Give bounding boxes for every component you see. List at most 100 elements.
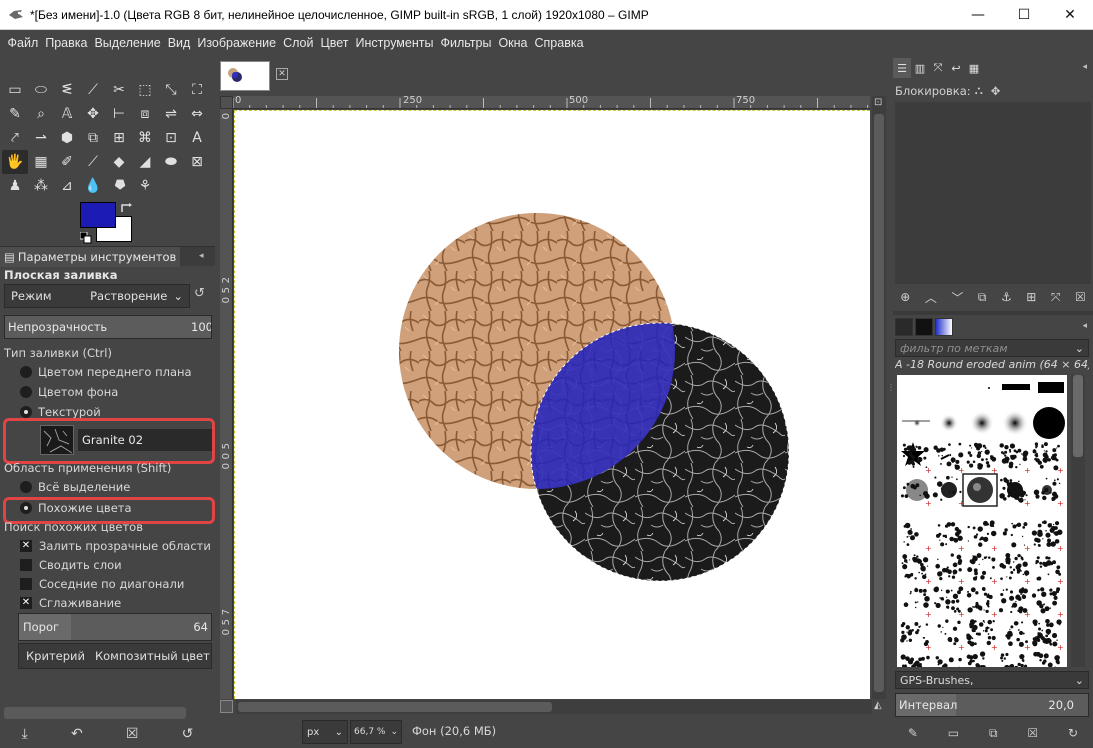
tool-button[interactable]: ⬚ bbox=[132, 78, 158, 102]
delete-layer-icon[interactable]: ☒ bbox=[1075, 290, 1086, 304]
unit-select[interactable]: px ⌄ bbox=[302, 720, 348, 744]
menu-color[interactable]: Цвет bbox=[317, 36, 352, 50]
menu-image[interactable]: Изображение bbox=[194, 36, 280, 50]
new-layer-icon[interactable]: ⊕ bbox=[900, 290, 910, 304]
spacing-slider[interactable]: Интервал 20,0 bbox=[895, 693, 1089, 717]
tool-button[interactable]: ⤡ bbox=[158, 78, 184, 102]
quick-mask-toggle[interactable] bbox=[220, 700, 233, 713]
opacity-slider[interactable]: Непрозрачность 100 bbox=[4, 315, 212, 339]
tool-button[interactable]: ⧈ bbox=[132, 102, 158, 126]
check-antialias[interactable]: ✕ Сглаживание bbox=[20, 596, 121, 610]
dock-menu-icon[interactable]: ◂ bbox=[1082, 321, 1087, 331]
tool-button[interactable]: ᓬ bbox=[54, 78, 80, 102]
tool-button[interactable]: ⊠ bbox=[184, 150, 210, 174]
radio-area-all[interactable]: Всё выделение bbox=[20, 480, 130, 494]
menu-filters[interactable]: Фильтры bbox=[437, 36, 495, 50]
radio-fill-bg[interactable]: Цветом фона bbox=[20, 385, 118, 399]
tool-button[interactable]: ✥ bbox=[80, 102, 106, 126]
foreground-color-swatch[interactable] bbox=[80, 202, 116, 228]
reset-options-icon[interactable]: ↺ bbox=[182, 726, 194, 742]
criterion-select[interactable]: Критерий Композитный цвет bbox=[18, 643, 212, 669]
menu-layer[interactable]: Слой bbox=[280, 36, 317, 50]
mask-layer-icon[interactable]: ⊞ bbox=[1026, 290, 1036, 304]
tool-button[interactable]: ⊡ bbox=[158, 126, 184, 150]
undo-tab-icon[interactable]: ↩ bbox=[947, 58, 965, 78]
tool-button[interactable]: ⬢ bbox=[54, 126, 80, 150]
save-preset-icon[interactable]: ⤓ bbox=[22, 726, 28, 742]
zoom-select[interactable]: 66,7 % ⌄ bbox=[350, 720, 402, 744]
tool-button[interactable]: ▦ bbox=[28, 150, 54, 174]
gradients-tab-icon[interactable] bbox=[935, 318, 953, 336]
tool-options-scrollbar[interactable] bbox=[4, 707, 186, 719]
lock-position-icon[interactable]: ✥ bbox=[991, 84, 1001, 98]
navigate-icon[interactable]: ◭ bbox=[874, 700, 886, 714]
tab-tool-options[interactable]: ▤ Параметры инструментов bbox=[0, 247, 180, 267]
new-brush-icon[interactable]: ▭ bbox=[948, 726, 959, 740]
dock-menu-icon[interactable]: ◂ bbox=[1082, 62, 1087, 72]
patterns-tab-icon[interactable] bbox=[915, 318, 933, 336]
tool-button[interactable]: ⌘ bbox=[132, 126, 158, 150]
tool-button[interactable]: ⌕ bbox=[28, 102, 54, 126]
tool-button[interactable]: ⟋ bbox=[80, 150, 106, 174]
lock-pixels-icon[interactable]: ⛬ bbox=[975, 83, 983, 98]
horizontal-scrollbar[interactable] bbox=[236, 700, 872, 714]
zoom-fit-icon[interactable]: ⊡ bbox=[874, 97, 882, 108]
tool-button[interactable]: ⬭ bbox=[28, 78, 54, 102]
tool-button[interactable]: ⤤ bbox=[2, 126, 28, 150]
paths-tab-icon[interactable]: ⤧ bbox=[929, 58, 947, 78]
radio-fill-pattern[interactable]: Текстурой bbox=[20, 405, 101, 419]
check-sample-merged[interactable]: Сводить слои bbox=[20, 558, 122, 572]
menu-select[interactable]: Выделение bbox=[91, 36, 164, 50]
tool-button[interactable]: ⁂ bbox=[28, 174, 54, 198]
swap-colors-icon[interactable] bbox=[120, 202, 134, 216]
edit-brush-icon[interactable]: ✎ bbox=[908, 726, 918, 740]
brush-scrollbar[interactable] bbox=[1071, 375, 1085, 667]
tool-button[interactable] bbox=[184, 174, 210, 198]
duplicate-brush-icon[interactable]: ⧉ bbox=[989, 726, 998, 741]
menu-help[interactable]: Справка bbox=[531, 36, 587, 50]
raise-layer-icon[interactable]: ︿ bbox=[925, 289, 937, 306]
tool-button[interactable]: ◢ bbox=[132, 150, 158, 174]
tool-button[interactable]: ✂ bbox=[106, 78, 132, 102]
tool-button[interactable]: ✐ bbox=[54, 150, 80, 174]
layers-tab-icon[interactable]: ☰ bbox=[893, 58, 911, 78]
tool-button[interactable]: ◆ bbox=[106, 150, 132, 174]
tool-button[interactable]: 💧 bbox=[80, 174, 106, 198]
tool-button[interactable]: ⊿ bbox=[54, 174, 80, 198]
radio-fill-fg[interactable]: Цветом переднего плана bbox=[20, 365, 192, 379]
menu-tools[interactable]: Инструменты bbox=[352, 36, 437, 50]
duplicate-layer-icon[interactable]: ⧉ bbox=[978, 290, 987, 305]
menu-view[interactable]: Вид bbox=[164, 36, 194, 50]
scrollbar-thumb[interactable] bbox=[1073, 375, 1083, 457]
anchor-layer-icon[interactable]: ⚓ bbox=[1001, 290, 1012, 304]
tool-button[interactable]: ⊞ bbox=[106, 126, 132, 150]
layers-list[interactable] bbox=[895, 102, 1091, 284]
tool-button[interactable]: ⇀ bbox=[28, 126, 54, 150]
menu-windows[interactable]: Окна bbox=[495, 36, 531, 50]
scrollbar-thumb[interactable] bbox=[238, 702, 552, 712]
tool-button[interactable]: ▭ bbox=[2, 78, 28, 102]
tool-button[interactable]: A bbox=[184, 126, 210, 150]
close-tab-icon[interactable]: ✕ bbox=[276, 68, 288, 80]
tool-button[interactable]: ⛶ bbox=[184, 78, 210, 102]
tool-button[interactable]: ⟋ bbox=[80, 78, 106, 102]
tool-button[interactable]: ⊢ bbox=[106, 102, 132, 126]
check-diagonal[interactable]: Соседние по диагонали bbox=[20, 577, 184, 591]
maximize-button[interactable]: ☐ bbox=[1001, 0, 1047, 30]
tool-button[interactable] bbox=[158, 174, 184, 198]
tool-button[interactable]: ⧉ bbox=[80, 126, 106, 150]
tool-button[interactable]: ⇔ bbox=[184, 102, 210, 126]
tag-filter-input[interactable]: фильтр по меткам ⌄ bbox=[895, 339, 1089, 357]
mode-select[interactable]: Режим Растворение ⌄ bbox=[4, 284, 190, 308]
vertical-scrollbar[interactable]: ⊡ bbox=[872, 96, 886, 699]
tool-button[interactable]: ⚘ bbox=[132, 174, 158, 198]
tool-button[interactable]: ⯂ bbox=[106, 174, 132, 198]
menu-file[interactable]: Файл bbox=[4, 36, 42, 50]
menu-edit[interactable]: Правка bbox=[42, 36, 91, 50]
tab-menu-icon[interactable]: ◂ bbox=[199, 251, 211, 263]
close-window-button[interactable]: ✕ bbox=[1047, 0, 1093, 30]
tool-button[interactable]: 𝔸 bbox=[54, 102, 80, 126]
image-tab-thumbnail[interactable] bbox=[220, 61, 270, 91]
channels-tab-icon[interactable]: ▥ bbox=[911, 58, 929, 78]
brush-grid[interactable]: ++++++++++++++++++++++++++++++++++ bbox=[897, 375, 1067, 667]
